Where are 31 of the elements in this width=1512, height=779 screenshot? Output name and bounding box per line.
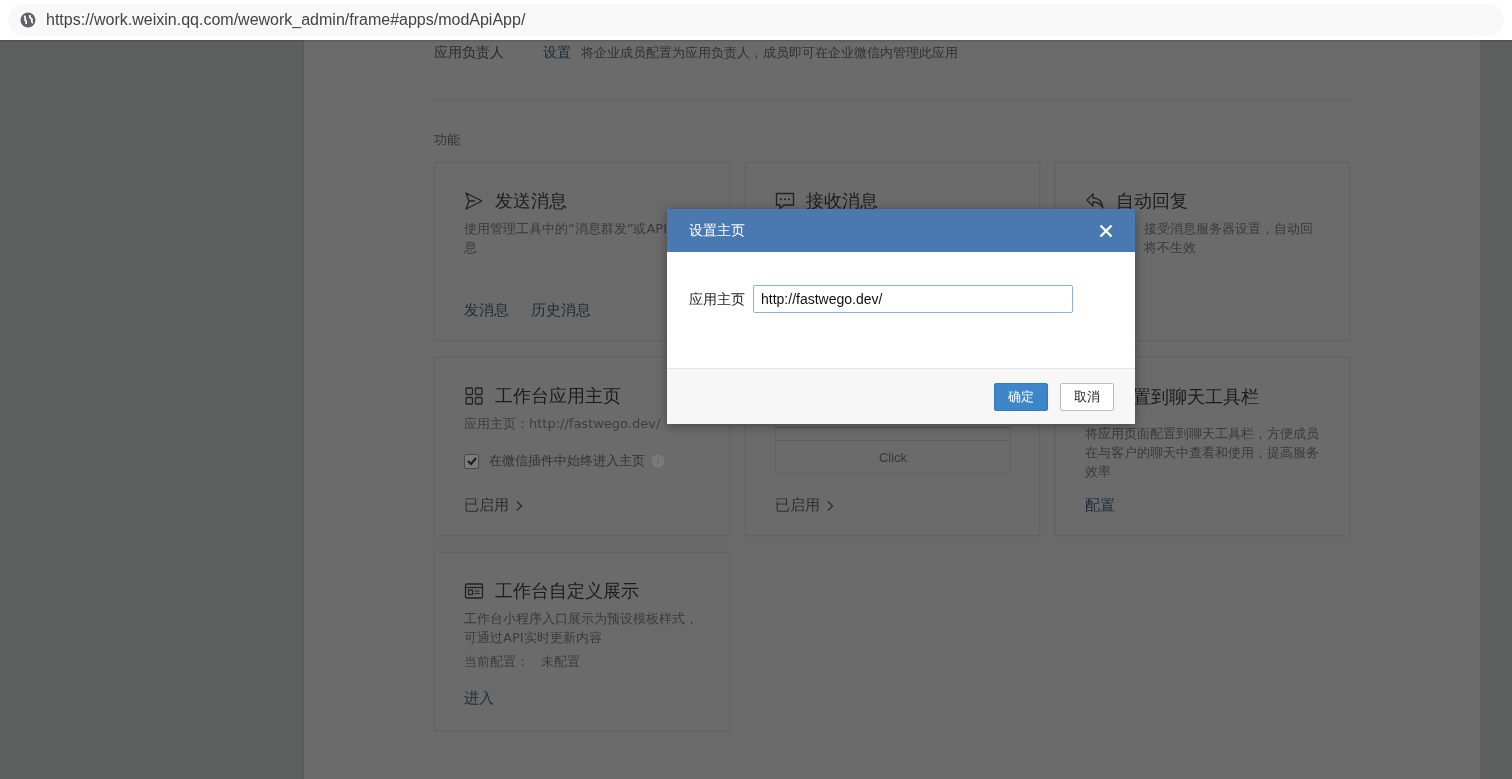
chat-bubble-icon [775, 191, 795, 211]
checkbox[interactable] [464, 453, 479, 469]
reply-icon [1085, 191, 1105, 211]
card-title: 发送消息 [495, 189, 567, 213]
grid-icon [464, 386, 484, 406]
card-title: 工作台自定义展示 [495, 579, 639, 603]
homepage-input[interactable]: http://fastwego.dev/ [753, 285, 1073, 313]
globe-icon [20, 12, 36, 28]
status-link[interactable]: 已启用 [775, 496, 834, 515]
chevron-right-icon [826, 499, 834, 512]
field-label: 应用主页 [689, 290, 745, 309]
card-link[interactable]: 配置 [1085, 496, 1115, 515]
card-display-icon [464, 581, 484, 601]
confirm-button[interactable]: 确定 [994, 382, 1048, 411]
close-icon[interactable] [1099, 223, 1113, 238]
card-link[interactable]: 发消息 [464, 301, 509, 320]
send-icon [464, 191, 484, 211]
card-title: 接收消息 [806, 189, 878, 213]
settings-link[interactable]: 设置 [543, 44, 571, 62]
card-title: 置到聊天工具栏 [1133, 385, 1259, 409]
url-text: https://work.weixin.qq.com/wework_admin/frame#apps/modApiApp/ [46, 11, 526, 29]
card-link[interactable]: 进入 [464, 689, 494, 708]
dialog-title: 设置主页 [689, 221, 745, 240]
card-title: 工作台应用主页 [495, 384, 621, 408]
chevron-right-icon [515, 499, 523, 512]
cancel-button[interactable]: 取消 [1060, 382, 1114, 411]
address-bar[interactable]: https://work.weixin.qq.com/wework_admin/frame#apps/modApiApp/ [8, 4, 1504, 36]
status-link[interactable]: 已启用 [464, 496, 523, 515]
card-title: 自动回复 [1116, 189, 1188, 213]
owner-label: 应用负责人 [434, 44, 505, 62]
card-link[interactable]: 历史消息 [531, 301, 591, 320]
